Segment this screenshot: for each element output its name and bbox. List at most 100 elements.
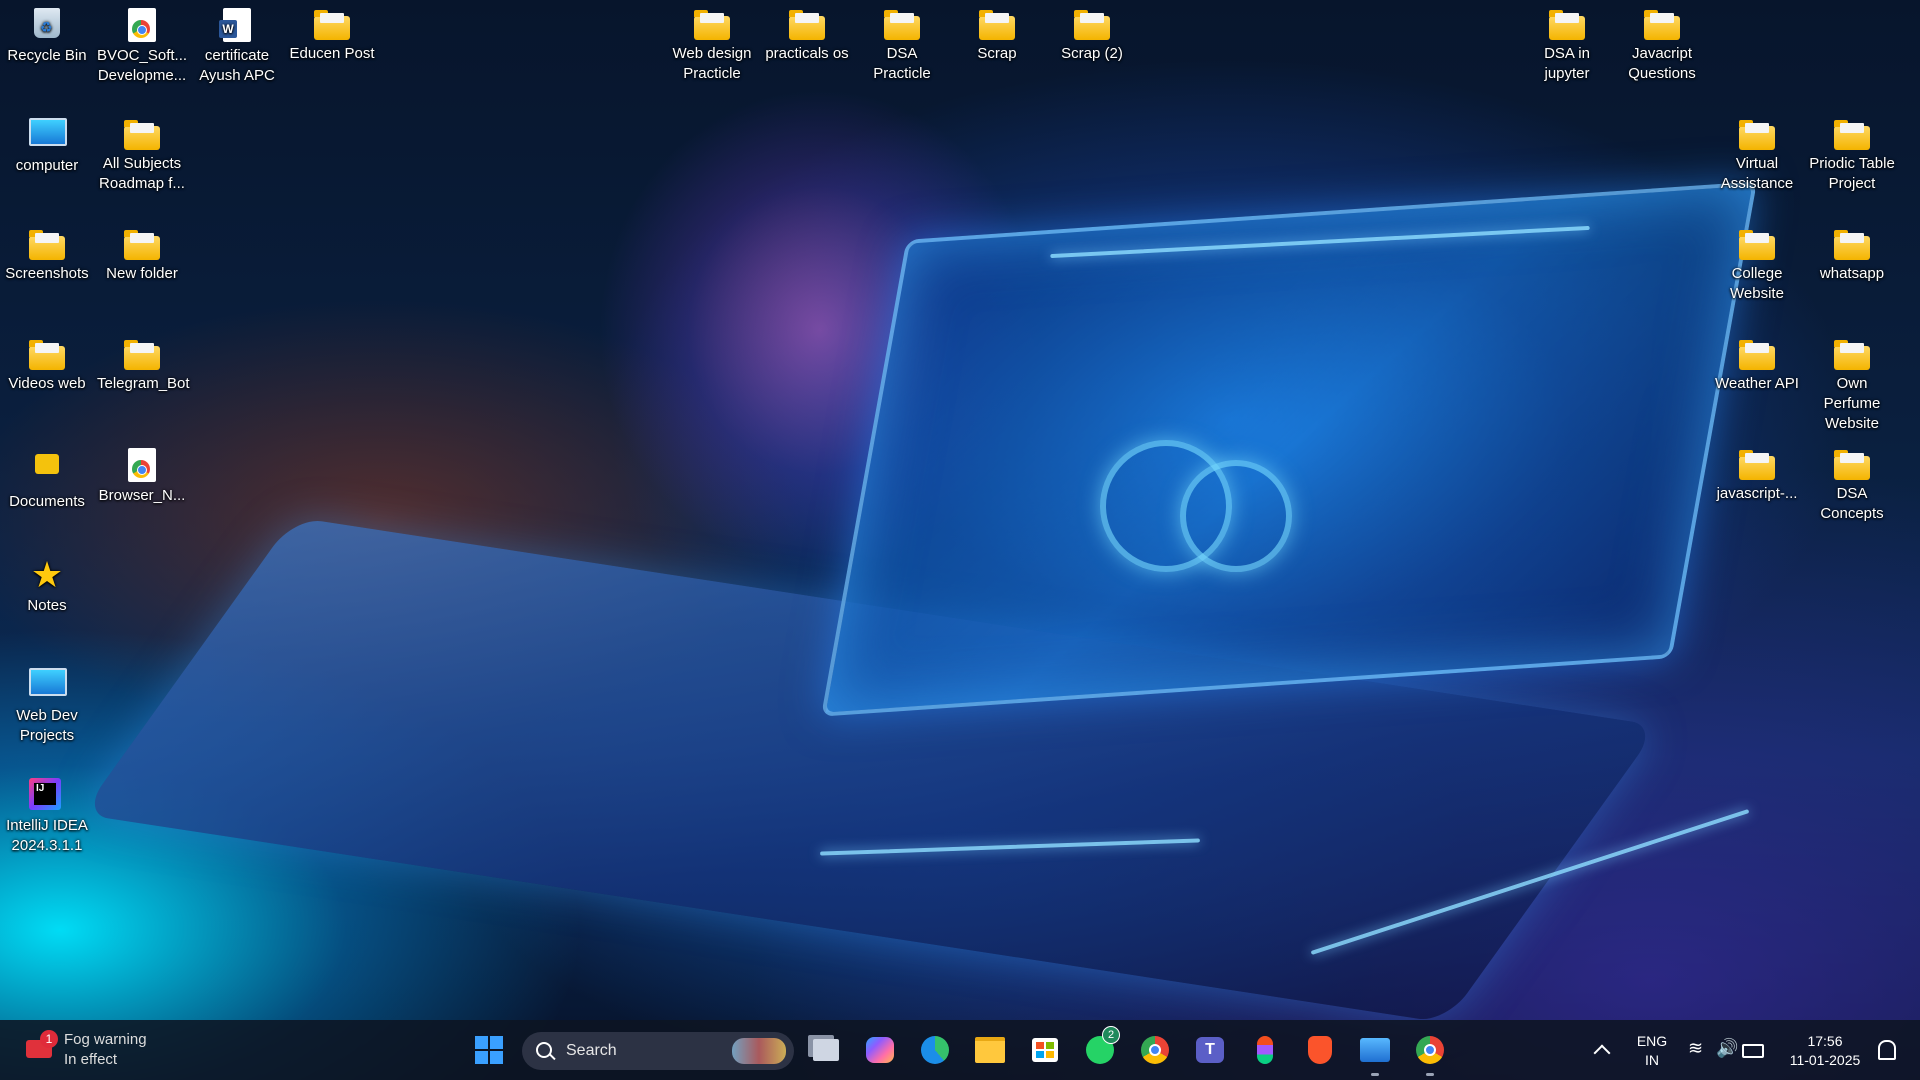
desktop-icon-dsa-concepts[interactable]: DSA Concepts — [1807, 442, 1897, 524]
desktop-icon-scrap-2[interactable]: Scrap (2) — [1047, 2, 1137, 64]
desktop-icon-web-design-practicle[interactable]: Web design Practicle — [667, 2, 757, 84]
running-indicator — [1371, 1073, 1379, 1076]
lock-icon — [29, 454, 65, 488]
desktop-icon-new-folder[interactable]: New folder — [97, 222, 187, 284]
desktop-icon-scrap[interactable]: Scrap — [952, 2, 1042, 64]
running-indicator — [1426, 1073, 1434, 1076]
weather-title: Fog warning — [64, 1031, 147, 1048]
figma-button[interactable] — [1245, 1030, 1285, 1070]
search-box[interactable]: Search — [522, 1032, 794, 1070]
search-icon — [536, 1042, 552, 1058]
notifications-button[interactable] — [1872, 1030, 1902, 1070]
desktop-icon-priodic-table-project[interactable]: Priodic Table Project — [1807, 112, 1897, 194]
start-button[interactable] — [469, 1030, 509, 1070]
clock[interactable]: 17:56 11-01-2025 — [1780, 1030, 1870, 1070]
desktop-icon-label: Telegram_Bot — [97, 375, 190, 392]
show-hidden-icons-button[interactable] — [1582, 1030, 1622, 1070]
teams-icon: T — [1196, 1037, 1224, 1063]
desktop-icon-recycle-bin[interactable]: ♻ Recycle Bin — [2, 2, 92, 66]
wallpaper-ring — [1180, 460, 1292, 572]
chrome-button[interactable] — [1135, 1030, 1175, 1070]
language-line1: ENG — [1636, 1033, 1668, 1049]
folder-icon — [694, 10, 730, 40]
chrome-profile-button[interactable] — [1410, 1030, 1450, 1076]
photos-button[interactable] — [1355, 1030, 1395, 1076]
desktop-icon-label: DSA Concepts — [1820, 485, 1884, 522]
folder-icon — [979, 10, 1015, 40]
desktop-icon-practicals-os[interactable]: practicals os — [762, 2, 852, 64]
weather-widget[interactable]: 1 Fog warning In effect — [22, 1030, 202, 1070]
microsoft-store-button[interactable] — [1025, 1030, 1065, 1070]
folder-icon — [884, 10, 920, 40]
intellij-icon: IJ — [29, 778, 65, 812]
desktop-icon-screenshots[interactable]: Screenshots — [2, 222, 92, 284]
desktop-icon-javacript-questions[interactable]: Javacript Questions — [1617, 2, 1707, 84]
task-view-button[interactable] — [806, 1030, 846, 1070]
desktop-icon-notes[interactable]: ★ Notes — [2, 552, 92, 616]
desktop-icon-label: Scrap (2) — [1061, 45, 1123, 62]
edge-button[interactable] — [915, 1030, 955, 1070]
folder-icon — [124, 120, 160, 150]
desktop-icon-all-subjects-roadmap-f[interactable]: All Subjects Roadmap f... — [97, 112, 187, 194]
copilot-button[interactable] — [860, 1030, 900, 1070]
desktop-icon-label: Notes — [27, 597, 67, 614]
teams-button[interactable]: T — [1190, 1030, 1230, 1070]
desktop-icon-college-website[interactable]: College Website — [1712, 222, 1802, 304]
system-tray-status[interactable]: ≋ 🔊 — [1688, 1036, 1768, 1064]
desktop-icon-label: Web Dev Projects — [16, 707, 78, 744]
desktop-icon-telegram-bot[interactable]: Telegram_Bot — [97, 332, 190, 394]
task-view-icon — [813, 1039, 839, 1061]
folder-icon — [124, 230, 160, 260]
folder-icon — [29, 230, 65, 260]
folder-icon — [1644, 10, 1680, 40]
file-explorer-button[interactable] — [970, 1030, 1010, 1070]
desktop-icon-bvoc-soft-developme[interactable]: BVOC_Soft... Developme... — [97, 2, 187, 86]
desktop-icon-documents[interactable]: Documents — [2, 442, 92, 512]
desktop-icon-label: Javacript Questions — [1628, 45, 1696, 82]
desktop-icon-label: DSA Practicle — [873, 45, 931, 82]
desktop-icon-javascript[interactable]: javascript-... — [1712, 442, 1802, 504]
desktop-icon-dsa-in-jupyter[interactable]: DSA in jupyter — [1522, 2, 1612, 84]
whatsapp-badge: 2 — [1102, 1026, 1120, 1044]
language-indicator[interactable]: ENG IN — [1632, 1032, 1672, 1070]
folder-icon — [1549, 10, 1585, 40]
chevron-up-icon — [1593, 1044, 1611, 1062]
desktop-icon-label: certificate Ayush APC — [199, 47, 275, 84]
desktop-icon-web-dev-projects[interactable]: Web Dev Projects — [2, 662, 92, 746]
chrome-profile-icon — [1416, 1036, 1444, 1064]
whatsapp-button[interactable]: 2 — [1080, 1026, 1120, 1070]
brave-button[interactable] — [1300, 1030, 1340, 1070]
recycle-bin-icon: ♻ — [29, 8, 65, 42]
desktop-icon-whatsapp[interactable]: whatsapp — [1807, 222, 1897, 284]
microsoft-store-icon — [1032, 1038, 1058, 1062]
star-icon: ★ — [30, 554, 64, 595]
brave-icon — [1308, 1036, 1332, 1064]
wallpaper-laptop-screen — [820, 181, 1758, 717]
desktop-icon-certificate-ayush-apc[interactable]: Wcertificate Ayush APC — [192, 2, 282, 86]
desktop-icon-label: computer — [15, 157, 79, 174]
desktop-icon-label: Videos web — [8, 375, 86, 392]
desktop-icon-dsa-practicle[interactable]: DSA Practicle — [857, 2, 947, 84]
folder-icon — [1739, 450, 1775, 480]
desktop-icon-label: All Subjects Roadmap f... — [99, 155, 185, 192]
folder-icon — [124, 340, 160, 370]
folder-icon — [29, 340, 65, 370]
word-file-icon: W — [219, 8, 255, 42]
desktop-icon-label: Screenshots — [5, 265, 89, 282]
desktop-icon-weather-api[interactable]: Weather API — [1712, 332, 1802, 394]
battery-icon — [1742, 1044, 1764, 1058]
desktop-icon-browser-n[interactable]: Browser_N... — [97, 442, 187, 506]
desktop-icon-own-perfume-website[interactable]: Own Perfume Website — [1807, 332, 1897, 434]
desktop-icon-educen-post[interactable]: Educen Post — [287, 2, 377, 64]
chrome-file-icon — [124, 448, 160, 482]
desktop-icon-intellij-idea-2024-3-1-1[interactable]: IJ IntelliJ IDEA 2024.3.1.1 — [2, 772, 92, 856]
desktop-icon-virtual-assistance[interactable]: Virtual Assistance — [1712, 112, 1802, 194]
language-line2: IN — [1645, 1052, 1659, 1068]
figma-icon — [1257, 1036, 1273, 1064]
desktop-icon-computer[interactable]: computer — [2, 112, 92, 176]
desktop-icon-label: Documents — [9, 493, 85, 510]
desktop-icon-videos-web[interactable]: Videos web — [2, 332, 92, 394]
windows-logo-icon — [475, 1036, 503, 1064]
desktop-icon-label: Scrap — [977, 45, 1017, 62]
taskbar: 1 Fog warning In effect Search 2 T ENG I… — [0, 1020, 1920, 1080]
